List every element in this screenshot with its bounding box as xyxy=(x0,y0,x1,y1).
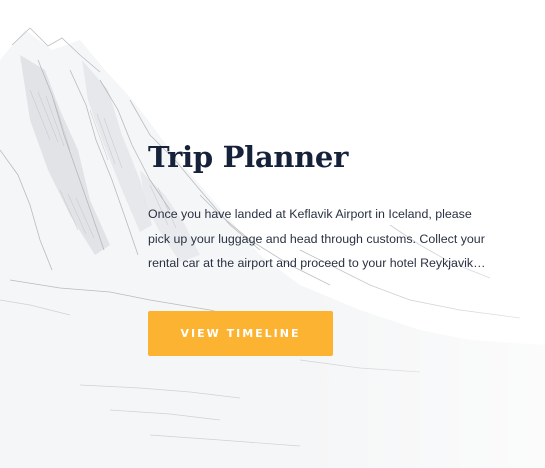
trip-planner-hero: Trip Planner Once you have landed at Kef… xyxy=(0,0,545,468)
view-timeline-button[interactable]: VIEW TIMELINE xyxy=(148,311,333,356)
page-title: Trip Planner xyxy=(148,140,349,174)
hero-content: Trip Planner Once you have landed at Kef… xyxy=(148,138,528,276)
trip-description: Once you have landed at Keflavik Airport… xyxy=(148,207,486,271)
